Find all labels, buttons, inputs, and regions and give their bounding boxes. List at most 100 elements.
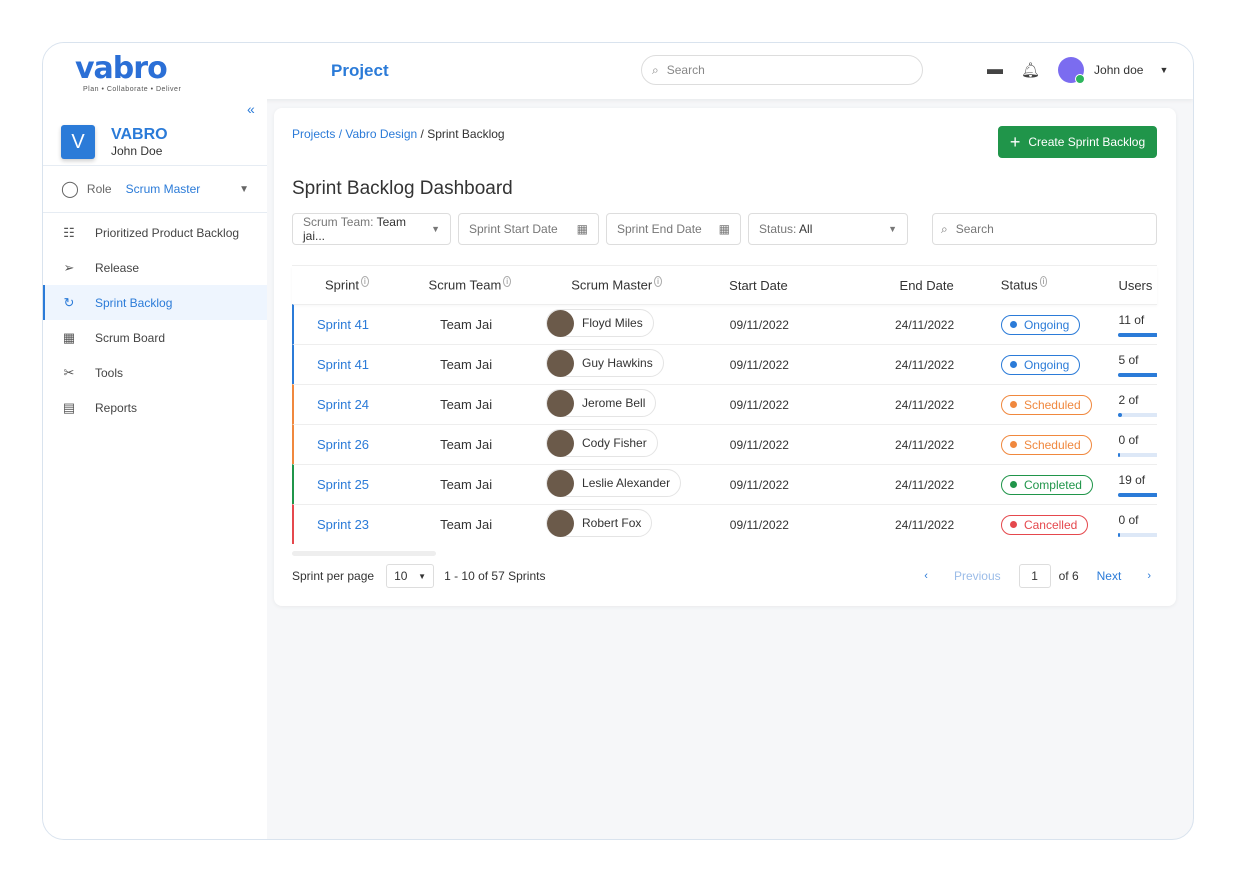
scrum-team: Team Jai xyxy=(440,517,493,532)
logo[interactable]: vabro Plan • Collaborate • Deliver xyxy=(75,51,181,93)
search-icon: ⌕ xyxy=(652,62,659,77)
start-date: 09/11/2022 xyxy=(729,437,789,452)
breadcrumb-project[interactable]: Vabro Design xyxy=(345,127,417,141)
start-date: 09/11/2022 xyxy=(729,477,789,492)
sidebar-item-tools[interactable]: ✂ Tools xyxy=(43,355,267,390)
table-row[interactable]: Sprint 26 Team Jai Cody Fisher 09/11/202… xyxy=(292,424,1157,464)
scrum-master-chip[interactable]: Robert Fox xyxy=(546,509,653,538)
sprint-link[interactable]: Sprint 24 xyxy=(317,397,369,412)
users-count: 2 of xyxy=(1118,392,1139,407)
plus-icon: + xyxy=(1009,131,1021,152)
status-filter[interactable]: Status: All ▼ xyxy=(748,213,908,245)
scrum-team: Team Jai xyxy=(440,437,493,452)
table-row[interactable]: Sprint 41 Team Jai Guy Hawkins 09/11/202… xyxy=(292,344,1157,384)
scrum-master-chip[interactable]: Floyd Miles xyxy=(546,309,654,338)
chevron-down-icon: ▼ xyxy=(888,224,897,234)
collapse-sidebar-icon[interactable]: « xyxy=(247,101,255,117)
table-row[interactable]: Sprint 24 Team Jai Jerome Bell 09/11/202… xyxy=(292,384,1157,424)
column-header-sprint[interactable]: Sprint i xyxy=(292,276,419,293)
column-header-scrum-master[interactable]: Scrum Master i xyxy=(544,276,709,293)
status-dot-icon xyxy=(1009,481,1017,488)
global-search-input[interactable]: ⌕ Search xyxy=(641,55,923,85)
table-row[interactable]: Sprint 25 Team Jai Leslie Alexander 09/1… xyxy=(292,464,1157,504)
column-header-users[interactable]: Users xyxy=(1118,278,1157,293)
info-icon[interactable]: i xyxy=(360,276,369,288)
start-date: 09/11/2022 xyxy=(729,517,789,532)
avatar xyxy=(1058,57,1086,84)
avatar xyxy=(547,509,575,537)
users-count: 11 of xyxy=(1118,312,1145,327)
scrum-master-chip[interactable]: Leslie Alexander xyxy=(546,469,682,498)
status-badge: Ongoing xyxy=(1000,354,1081,375)
table-search-input[interactable]: ⌕ Search xyxy=(932,213,1157,245)
table-row[interactable]: Sprint 23 Team Jai Robert Fox 09/11/2022… xyxy=(292,504,1157,544)
avatar xyxy=(547,469,575,497)
status-dot-icon xyxy=(1009,321,1017,328)
scrum-master-chip[interactable]: Cody Fisher xyxy=(546,429,658,458)
role-select[interactable]: ◯ Role Scrum Master ▼ xyxy=(43,165,267,213)
sidebar-item-release[interactable]: ➢ Release xyxy=(43,250,267,285)
avatar xyxy=(547,349,575,377)
table-row[interactable]: Sprint 41 Team Jai Floyd Miles 09/11/202… xyxy=(292,304,1157,344)
users-progress-bar xyxy=(1118,412,1157,417)
app-window: vabro Plan • Collaborate • Deliver Projec… xyxy=(42,42,1194,840)
page-input[interactable]: 1 xyxy=(1018,564,1051,588)
end-date: 24/11/2022 xyxy=(894,397,955,412)
chevron-down-icon: ▼ xyxy=(418,571,427,581)
status-badge: Ongoing xyxy=(1000,314,1081,335)
users-progress-bar xyxy=(1118,532,1157,537)
search-icon: ⌕ xyxy=(941,221,948,236)
users-progress-bar xyxy=(1118,492,1157,497)
info-icon[interactable]: i xyxy=(503,276,512,288)
end-date: 24/11/2022 xyxy=(894,517,955,532)
next-button[interactable]: Next xyxy=(1097,569,1122,583)
sidebar-item-scrum-board[interactable]: ▦ Scrum Board xyxy=(43,320,267,355)
avatar xyxy=(547,309,575,337)
horizontal-scrollbar[interactable] xyxy=(292,551,436,556)
scrum-team-filter[interactable]: Scrum Team: Team jai... ▼ xyxy=(292,213,451,245)
chevron-right-icon[interactable]: › xyxy=(1147,570,1151,582)
previous-button[interactable]: Previous xyxy=(954,569,1001,583)
sprint-link[interactable]: Sprint 41 xyxy=(317,357,369,372)
sprint-link[interactable]: Sprint 23 xyxy=(317,517,369,532)
page-title: Sprint Backlog Dashboard xyxy=(292,178,513,199)
sprint-end-date-filter[interactable]: Sprint End Date ▦ xyxy=(606,213,741,245)
chevron-left-icon[interactable]: ‹ xyxy=(924,570,928,582)
reports-icon: ▤ xyxy=(62,399,76,415)
status-dot-icon xyxy=(1009,521,1017,528)
column-header-scrum-team[interactable]: Scrum Team i xyxy=(419,276,545,293)
backlog-icon: ☷ xyxy=(63,224,75,240)
info-icon[interactable]: i xyxy=(1039,276,1048,288)
column-header-status[interactable]: Status i xyxy=(1001,276,1119,293)
users-progress-bar xyxy=(1118,452,1157,457)
sprint-link[interactable]: Sprint 25 xyxy=(317,477,369,492)
scrum-team: Team Jai xyxy=(440,317,493,332)
sidebar-item-label: Tools xyxy=(95,365,124,380)
sidebar-item-sprint-backlog[interactable]: ↻ Sprint Backlog xyxy=(43,285,267,320)
users-count: 19 of xyxy=(1118,472,1146,487)
scrum-master-chip[interactable]: Guy Hawkins xyxy=(546,349,664,378)
messages-icon[interactable]: ▬ xyxy=(987,61,1003,79)
sprint-link[interactable]: Sprint 26 xyxy=(317,437,369,452)
tools-icon: ✂ xyxy=(63,364,75,380)
status-badge: Scheduled xyxy=(1000,394,1092,415)
create-sprint-backlog-button[interactable]: + Create Sprint Backlog xyxy=(998,126,1157,158)
chevron-down-icon: ▼ xyxy=(239,183,249,195)
scrum-team: Team Jai xyxy=(440,477,493,492)
start-date: 09/11/2022 xyxy=(729,317,789,332)
status-badge: Scheduled xyxy=(1000,434,1092,455)
sprint-start-date-filter[interactable]: Sprint Start Date ▦ xyxy=(458,213,599,245)
bell-icon[interactable]: 🔔︎ xyxy=(1021,61,1040,79)
column-header-start-date[interactable]: Start Date xyxy=(709,278,854,293)
end-date: 24/11/2022 xyxy=(894,357,955,372)
per-page-select[interactable]: 10 ▼ xyxy=(386,564,435,588)
breadcrumb-projects[interactable]: Projects xyxy=(292,127,335,141)
column-header-end-date[interactable]: End Date xyxy=(855,278,1001,293)
status-dot-icon xyxy=(1009,441,1017,448)
sidebar-item-prioritized-product-backlog[interactable]: ☷ Prioritized Product Backlog xyxy=(43,215,267,250)
user-menu[interactable]: John doe ▼ xyxy=(1058,57,1168,84)
sprint-link[interactable]: Sprint 41 xyxy=(317,317,369,332)
sidebar-item-reports[interactable]: ▤ Reports xyxy=(43,390,267,425)
scrum-master-chip[interactable]: Jerome Bell xyxy=(546,389,657,418)
info-icon[interactable]: i xyxy=(654,276,662,288)
